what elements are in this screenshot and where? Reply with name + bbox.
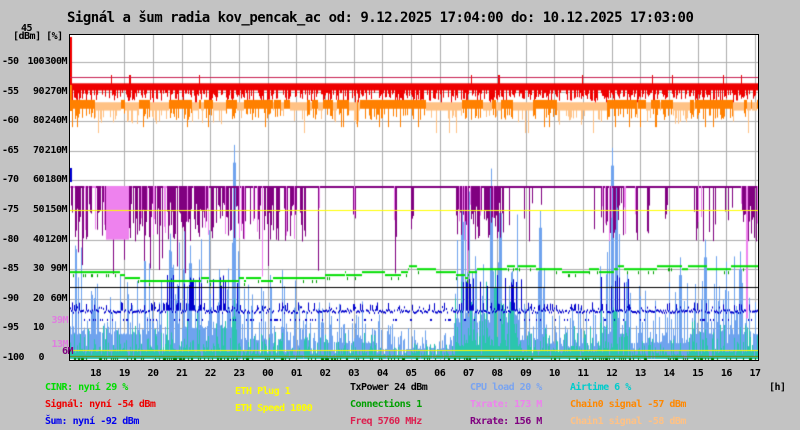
y-axis-dbm-label: -85 — [2, 263, 19, 275]
x-axis-hour-label: 20 — [147, 368, 160, 379]
y-axis-unit-header: [dBm] [%] — [13, 31, 63, 42]
x-axis-hour-label: 14 — [663, 368, 676, 379]
legend-chain0: Chain0 signal -57 dBm — [570, 399, 686, 410]
x-axis-hour-label: 06 — [434, 368, 446, 379]
legend-cpu-load: CPU load 20 % — [470, 382, 542, 393]
x-axis-hour-label: 21 — [176, 368, 188, 379]
x-axis-hour-label: 16 — [720, 368, 733, 379]
signal-noise-graph-page: Signál a šum radia kov_pencak_ac od: 9.1… — [0, 0, 800, 430]
legend-txrate: Txrate: 173 M — [470, 399, 542, 410]
legend-eth-speed: ETH Speed 1000 — [235, 403, 313, 414]
rate-marker-label: 6M — [62, 346, 74, 357]
y-axis-rate-label: 210M — [44, 144, 68, 156]
y-axis-dbm-label: -70 — [2, 174, 19, 186]
legend-connections: Connections 1 — [350, 399, 422, 410]
x-axis-hour-label: 00 — [262, 368, 274, 379]
legend-rxrate: Rxrate: 156 M — [470, 416, 542, 427]
x-axis-hour-label: 02 — [319, 368, 332, 379]
y-axis-rate-label: 60M — [50, 292, 67, 304]
x-axis-hour-label: 11 — [577, 368, 590, 379]
y-axis-dbm-label: -90 — [2, 292, 19, 304]
y-axis-rate-label: 180M — [44, 174, 68, 186]
legend-airtime: Airtime 6 % — [570, 382, 631, 393]
legend-txpower: TxPower 24 dBm — [350, 382, 428, 393]
x-axis-hour-label: 13 — [634, 368, 647, 379]
x-axis-hour-label: 04 — [376, 368, 389, 379]
y-axis-pct-label: 0 — [38, 352, 44, 363]
y-axis-pct-label: 10 — [32, 322, 45, 334]
rate-marker-label: 39M — [51, 315, 68, 326]
legend-cinr: CINR: nyní 29 % — [45, 382, 128, 393]
y-axis-dbm-label: -75 — [2, 204, 19, 215]
x-axis-hour-label: 08 — [491, 368, 504, 379]
legend-hour-unit: [h] — [769, 382, 786, 393]
y-axis-rate-label: 270M — [44, 85, 68, 97]
y-axis-rate-label: 150M — [44, 204, 68, 215]
x-axis-hour-label: 19 — [118, 368, 131, 379]
y-axis-dbm-label: -95 — [2, 322, 19, 334]
x-axis-hour-label: 07 — [462, 368, 475, 379]
x-axis-hour-label: 09 — [520, 368, 532, 379]
y-axis-rate-label: 90M — [50, 263, 67, 275]
legend-chain1: Chain1 signal -58 dBm — [570, 416, 686, 427]
page-title: Signál a šum radia kov_pencak_ac od: 9.1… — [67, 10, 694, 26]
x-axis-hour-label: 18 — [90, 368, 102, 379]
legend-eth-plug: ETH Plug 1 — [235, 386, 291, 397]
x-axis-hour-label: 03 — [348, 368, 360, 379]
legend-noise: Šum: nyní -92 dBm — [45, 416, 139, 427]
y-axis-rate-label: 120M — [44, 233, 68, 245]
y-axis-dbm-label: -55 — [2, 85, 19, 97]
y-axis-rate-label: 240M — [44, 115, 68, 127]
x-axis-hour-label: 22 — [204, 368, 217, 379]
plot-frame — [69, 34, 759, 361]
x-axis-hour-label: 23 — [233, 368, 246, 379]
y-axis-dbm-label: -80 — [2, 233, 19, 245]
y-axis-rate-label: 300M — [44, 56, 68, 67]
x-axis-hour-label: 10 — [548, 368, 561, 379]
x-axis-hour-label: 12 — [606, 368, 618, 379]
chart-canvas — [70, 35, 758, 360]
y-axis-dbm-label: -50 — [2, 56, 19, 67]
legend-freq: Freq 5760 MHz — [350, 416, 422, 427]
x-axis-hour-label: 05 — [405, 368, 418, 379]
legend-signal: Signál: nyní -54 dBm — [45, 399, 156, 410]
x-axis-hour-label: 01 — [290, 368, 303, 379]
x-axis-hour-label: 15 — [692, 368, 704, 379]
y-axis-dbm-label: -60 — [2, 115, 19, 127]
y-axis-dbm-label: -65 — [2, 144, 19, 156]
x-axis-hour-label: 17 — [749, 368, 762, 379]
